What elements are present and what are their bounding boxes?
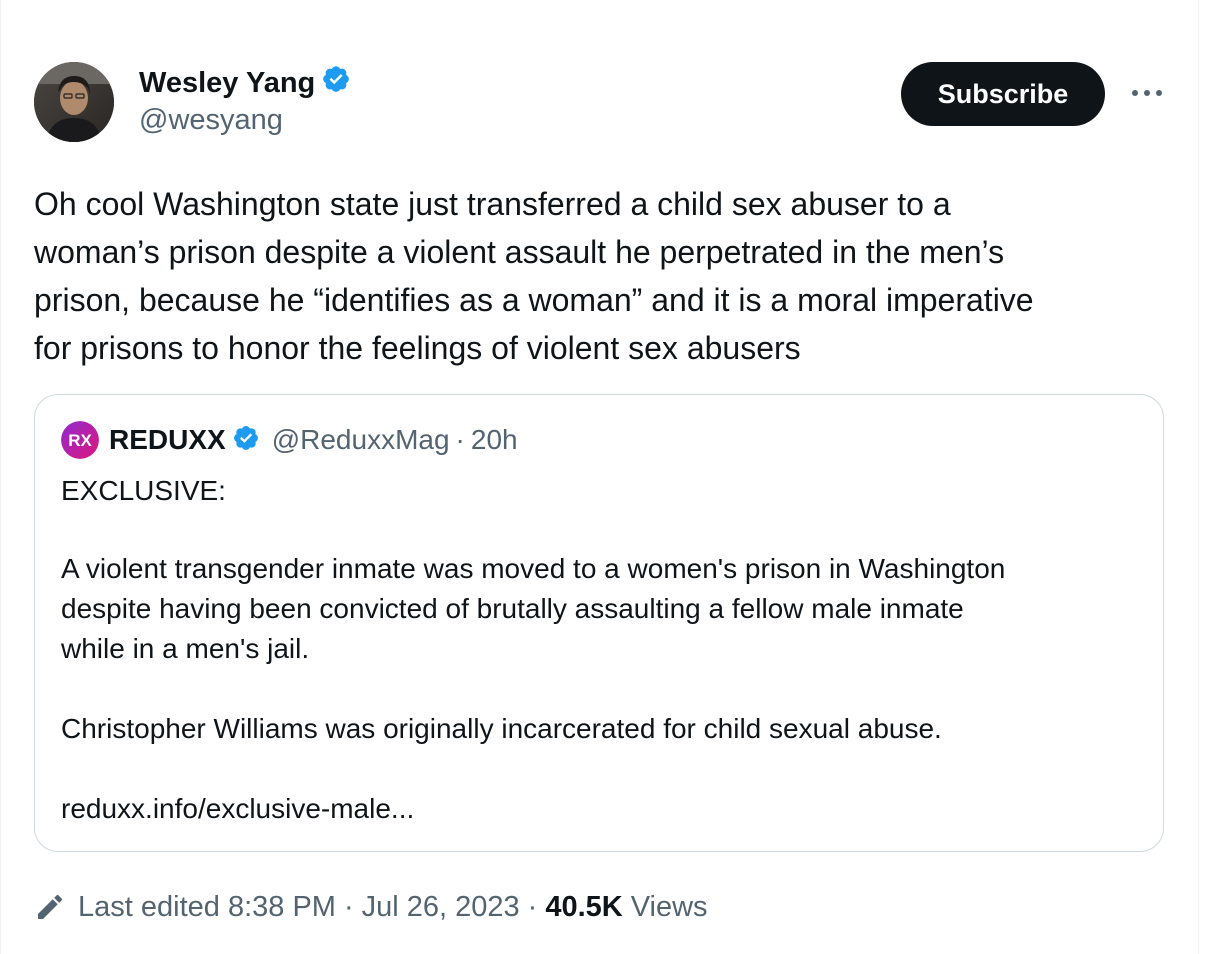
pencil-icon[interactable]: [34, 891, 66, 923]
quoted-tweet-link[interactable]: reduxx.info/exclusive-male...: [61, 793, 414, 825]
reduxx-logo-icon[interactable]: RX: [61, 421, 99, 459]
quoted-author-handle[interactable]: @ReduxxMag: [272, 424, 450, 456]
quoted-tweet-header: RX REDUXX @ReduxxMag · 20h: [61, 421, 518, 459]
meta-separator: ·: [527, 890, 538, 923]
author-avatar[interactable]: [34, 62, 114, 142]
meta-separator: ·: [343, 890, 354, 923]
tweet-text-line: woman’s prison despite a violent assault…: [34, 234, 1005, 270]
meta-separator: ·: [455, 424, 465, 455]
tweet-text-line: prison, because he “identifies as a woma…: [34, 282, 1034, 318]
more-options-icon[interactable]: [1130, 78, 1164, 108]
avatar-image: [34, 62, 114, 142]
quoted-tweet-text-line: while in a men's jail.: [61, 633, 310, 664]
quoted-tweet-text-line: Christopher Williams was originally inca…: [61, 713, 942, 744]
views-label: Views: [630, 890, 708, 923]
svg-text:RX: RX: [68, 431, 92, 450]
author-handle[interactable]: @wesyang: [139, 104, 283, 137]
frame-border-right: [1198, 0, 1199, 954]
quoted-author-name[interactable]: REDUXX: [109, 424, 226, 456]
views-count: 40.5K: [545, 890, 623, 923]
tweet-text-line: for prisons to honor the feelings of vio…: [34, 330, 801, 366]
frame-border-left: [0, 0, 1, 954]
tweet-text-line: Oh cool Washington state just transferre…: [34, 186, 951, 222]
tweet-footer: Last edited 8:38 PM · Jul 26, 2023 · 40.…: [34, 886, 708, 928]
subscribe-button[interactable]: Subscribe: [901, 62, 1105, 126]
quoted-tweet-text-line: despite having been convicted of brutall…: [61, 593, 964, 624]
author-name[interactable]: Wesley Yang: [139, 67, 315, 100]
verified-badge-icon: [232, 424, 260, 457]
quoted-tweet-text-line: A violent transgender inmate was moved t…: [61, 553, 1006, 584]
tweet-date[interactable]: Jul 26, 2023: [362, 891, 520, 924]
tweet-text: Oh cool Washington state just transferre…: [34, 180, 1174, 372]
quoted-tweet-time[interactable]: 20h: [471, 424, 518, 456]
verified-badge-icon[interactable]: [321, 64, 351, 102]
quoted-tweet-card[interactable]: RX REDUXX @ReduxxMag · 20h EXCLUSIVE: A …: [34, 394, 1164, 852]
author-name-row[interactable]: Wesley Yang: [139, 64, 351, 102]
quoted-tweet-text-line: EXCLUSIVE:: [61, 475, 226, 506]
last-edited-link[interactable]: Last edited 8:38 PM: [78, 891, 336, 924]
